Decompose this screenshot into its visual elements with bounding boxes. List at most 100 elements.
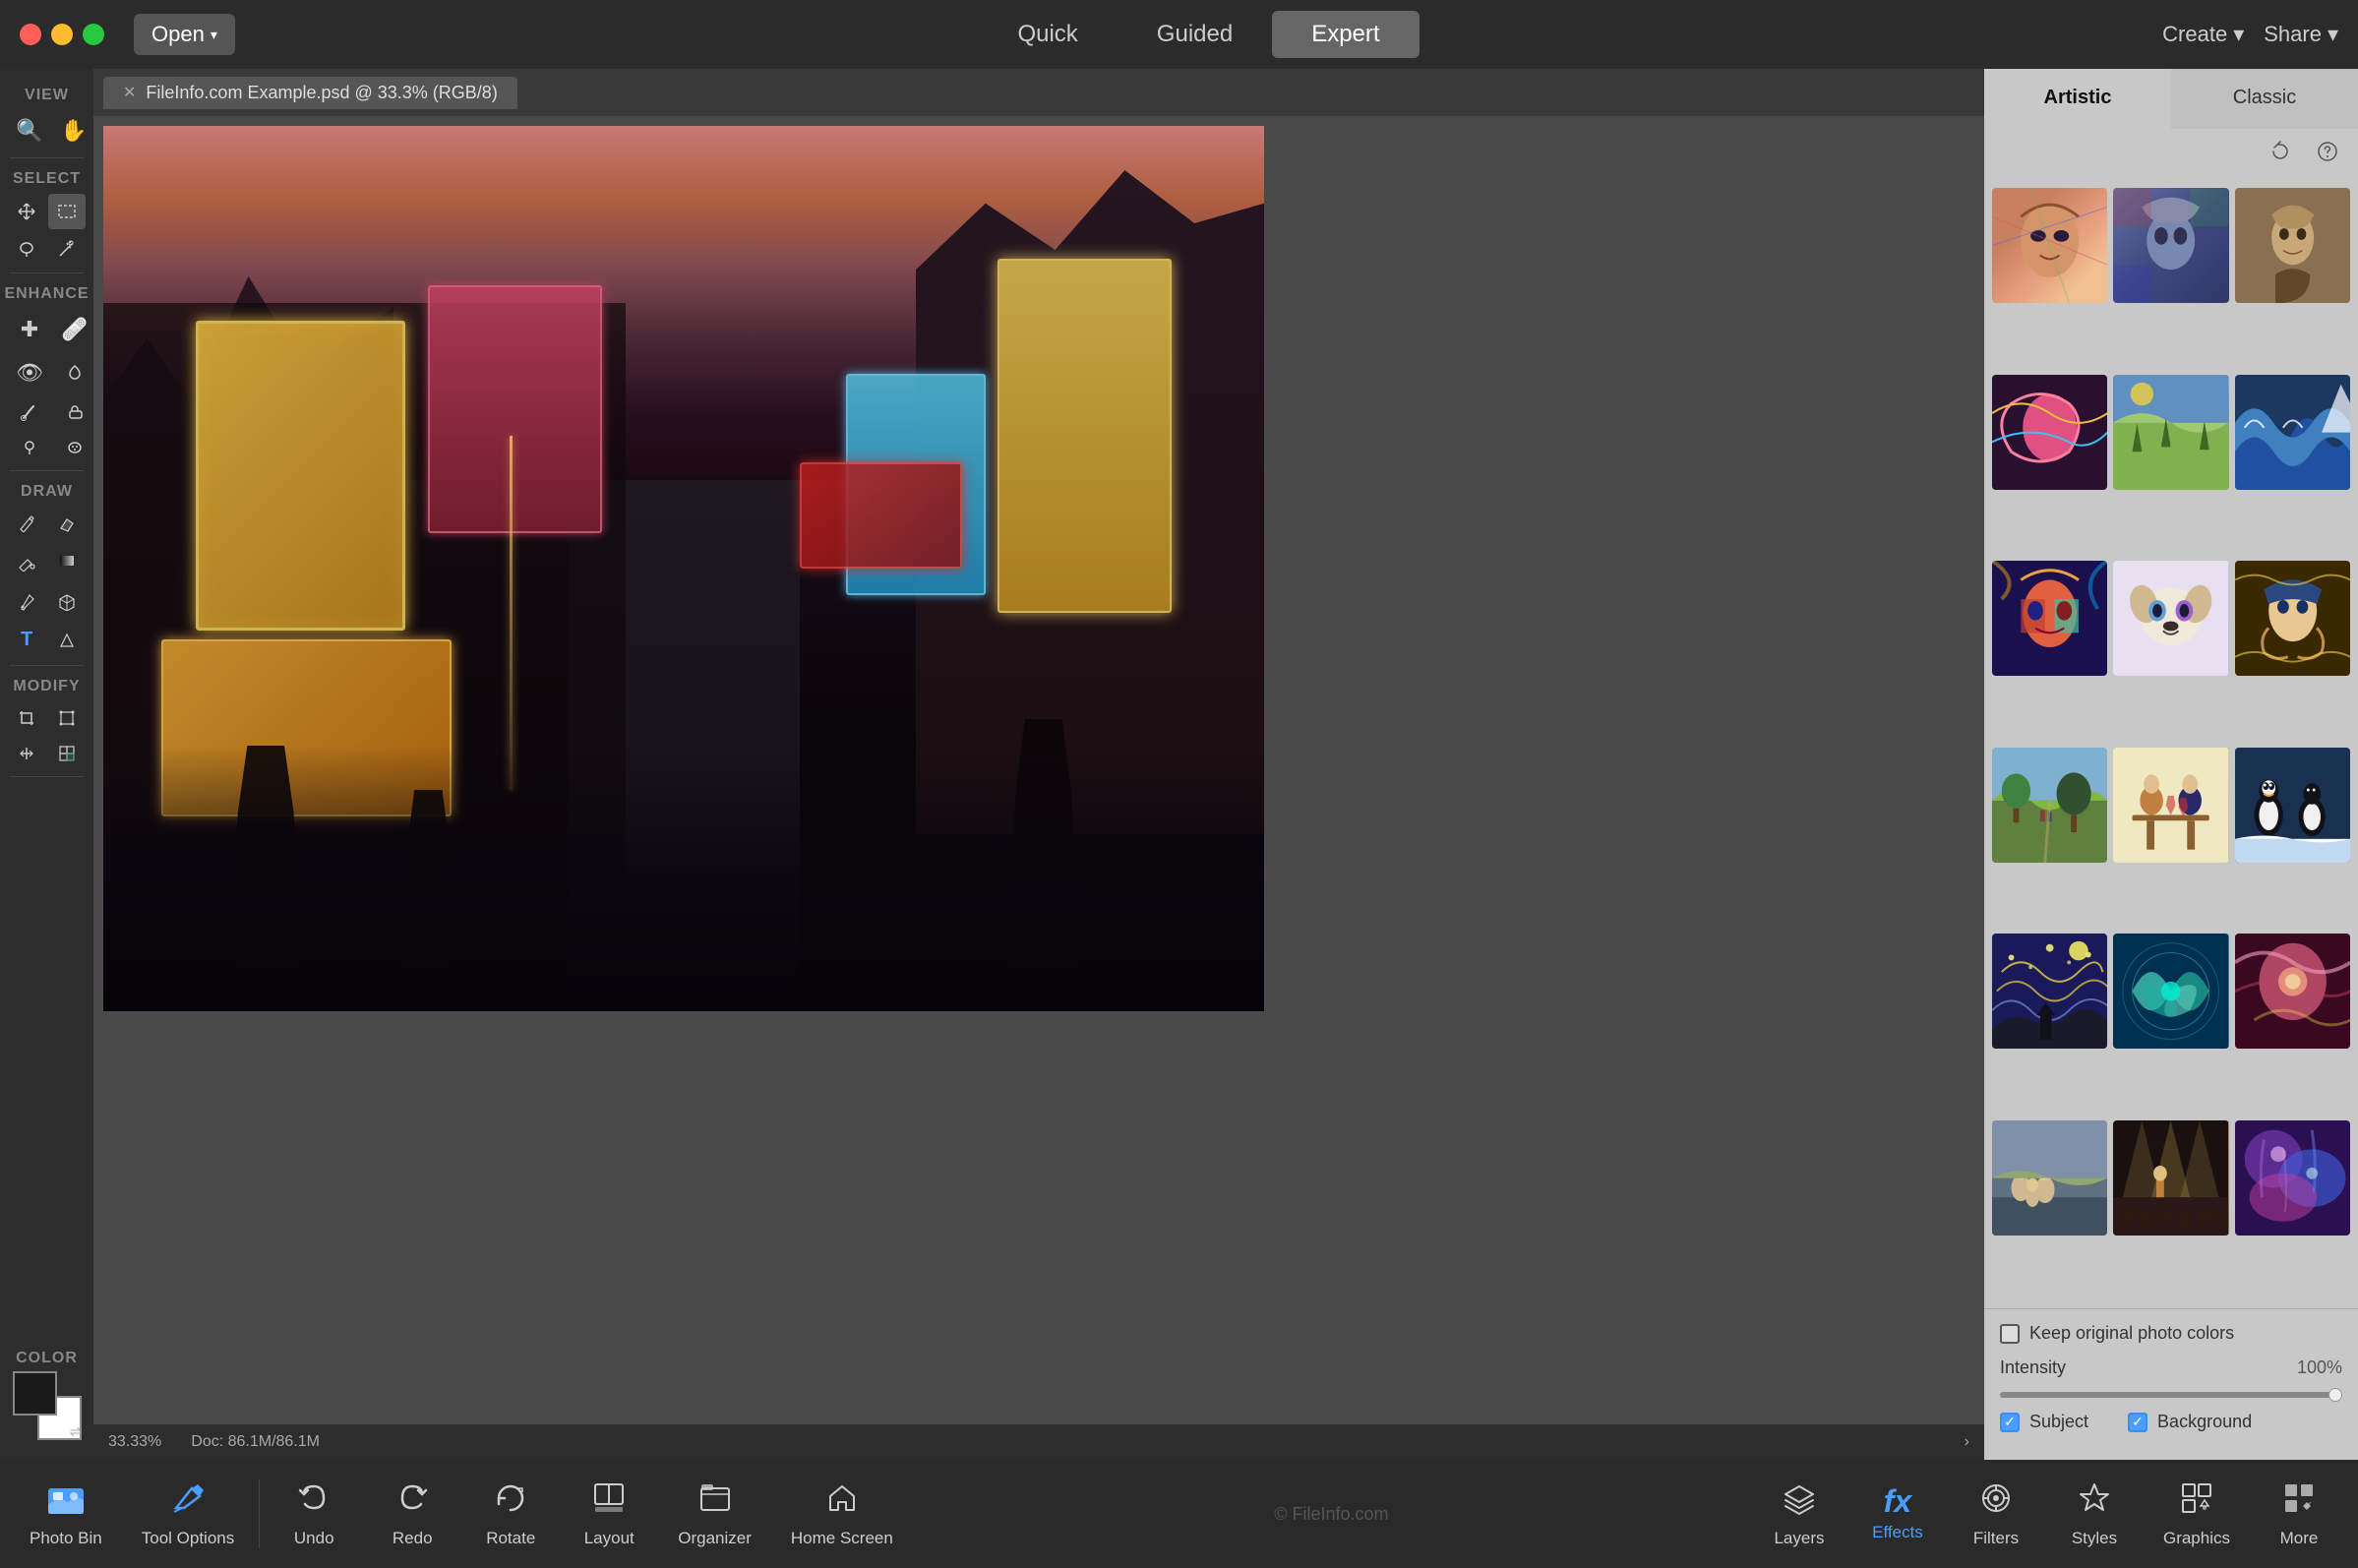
color-section-label: COLOR xyxy=(10,1342,84,1371)
layout-button[interactable]: Layout xyxy=(560,1473,658,1556)
type-tool[interactable]: T xyxy=(8,621,46,659)
styles-button[interactable]: Styles xyxy=(2045,1473,2144,1556)
transform-tool[interactable] xyxy=(48,701,87,735)
marquee-tool[interactable] xyxy=(48,194,87,229)
recompose-tool[interactable] xyxy=(48,737,87,770)
tab-filename: FileInfo.com Example.psd @ 33.3% (RGB/8) xyxy=(146,83,497,103)
keep-colors-row: Keep original photo colors xyxy=(2000,1323,2342,1344)
undo-button[interactable]: Undo xyxy=(265,1473,363,1556)
filters-button[interactable]: Filters xyxy=(1947,1473,2045,1556)
effect-thumb-3[interactable] xyxy=(2235,188,2350,303)
foreground-color[interactable] xyxy=(13,1371,57,1416)
tab-bar: ✕ FileInfo.com Example.psd @ 33.3% (RGB/… xyxy=(93,69,1984,116)
eraser-tool[interactable] xyxy=(48,507,87,540)
fullscreen-button[interactable] xyxy=(83,24,104,45)
background-checkbox[interactable] xyxy=(2128,1413,2147,1432)
share-button[interactable]: Share ▾ xyxy=(2264,22,2338,47)
sponge-tool[interactable] xyxy=(53,431,95,464)
effect-thumb-1[interactable] xyxy=(1992,188,2107,303)
effect-thumb-16[interactable] xyxy=(1992,1120,2107,1236)
effect-thumb-5[interactable] xyxy=(2113,375,2228,490)
doc-info: Doc: 86.1M/86.1M xyxy=(191,1433,320,1451)
healing-brush-tool[interactable]: 🩹 xyxy=(53,309,95,350)
organizer-button[interactable]: Organizer xyxy=(658,1473,771,1556)
tool-options-button[interactable]: Tool Options xyxy=(122,1473,255,1556)
lasso-tool[interactable] xyxy=(8,231,46,267)
effect-thumb-13[interactable] xyxy=(1992,934,2107,1049)
effect-thumb-6[interactable] xyxy=(2235,375,2350,490)
effect-thumb-11[interactable] xyxy=(2113,748,2228,863)
more-button[interactable]: More xyxy=(2250,1473,2348,1556)
expert-mode-button[interactable]: Expert xyxy=(1272,11,1419,58)
content-aware-move-tool[interactable] xyxy=(8,737,46,770)
subject-checkbox[interactable] xyxy=(2000,1413,2020,1432)
close-button[interactable] xyxy=(20,24,41,45)
magic-wand-tool[interactable] xyxy=(48,231,87,267)
effect-thumb-18[interactable] xyxy=(2235,1120,2350,1236)
swap-colors-icon[interactable]: ⇌ xyxy=(70,1423,82,1440)
effect-thumb-10[interactable] xyxy=(1992,748,2107,863)
effects-grid xyxy=(1984,180,2358,1308)
title-bar: Open ▾ Quick Guided Expert Create ▾ Shar… xyxy=(0,0,2358,69)
home-screen-button[interactable]: Home Screen xyxy=(771,1473,913,1556)
blur-tool[interactable] xyxy=(53,352,95,393)
document-tab[interactable]: ✕ FileInfo.com Example.psd @ 33.3% (RGB/… xyxy=(103,77,517,109)
red-eye-tool[interactable]: 👁 xyxy=(8,352,51,393)
effects-icon: fx xyxy=(1884,1485,1911,1517)
artistic-tab[interactable]: Artistic xyxy=(1984,69,2171,129)
dodge-tool[interactable] xyxy=(8,431,51,464)
more-label: More xyxy=(2280,1529,2319,1548)
effect-thumb-7[interactable] xyxy=(1992,561,2107,676)
refresh-icon[interactable] xyxy=(2262,137,2299,172)
effect-thumb-14[interactable] xyxy=(2113,934,2228,1049)
pencil-tool[interactable] xyxy=(8,507,46,540)
keep-colors-checkbox[interactable] xyxy=(2000,1324,2020,1344)
intensity-slider[interactable] xyxy=(2000,1392,2342,1398)
effect-thumb-12[interactable] xyxy=(2235,748,2350,863)
eyedropper-tool[interactable] xyxy=(8,585,46,619)
crop-tool[interactable] xyxy=(8,701,46,735)
paint-bucket-tool[interactable] xyxy=(8,542,46,583)
effect-thumb-2[interactable] xyxy=(2113,188,2228,303)
guided-mode-button[interactable]: Guided xyxy=(1118,11,1272,58)
effect-thumb-17[interactable] xyxy=(2113,1120,2228,1236)
zoom-tool[interactable]: 🔍 xyxy=(8,110,50,151)
color-swatches: ⇌ xyxy=(13,1371,82,1440)
create-button[interactable]: Create ▾ xyxy=(2162,22,2244,47)
home-screen-label: Home Screen xyxy=(791,1529,893,1548)
quick-mode-button[interactable]: Quick xyxy=(978,11,1117,58)
layout-label: Layout xyxy=(584,1529,635,1548)
toolbar-divider-5 xyxy=(10,776,84,777)
spot-healing-tool[interactable]: ✚ xyxy=(8,309,51,350)
effect-thumb-15[interactable] xyxy=(2235,934,2350,1049)
rotate-button[interactable]: Rotate xyxy=(461,1473,560,1556)
close-tab-icon[interactable]: ✕ xyxy=(123,83,136,102)
rotate-icon xyxy=(493,1480,528,1523)
smudge-tool[interactable] xyxy=(53,395,95,429)
pattern-tool[interactable] xyxy=(48,585,87,619)
layers-button[interactable]: Layers xyxy=(1750,1473,1848,1556)
graphics-button[interactable]: Graphics xyxy=(2144,1473,2250,1556)
hand-tool[interactable]: ✋ xyxy=(52,110,94,151)
help-icon[interactable] xyxy=(2309,137,2346,172)
open-button[interactable]: Open ▾ xyxy=(134,14,235,55)
effects-button[interactable]: fx Effects xyxy=(1848,1478,1947,1550)
shape-tool[interactable] xyxy=(48,621,87,659)
tool-options-label: Tool Options xyxy=(142,1529,235,1548)
styles-label: Styles xyxy=(2072,1529,2117,1548)
redo-button[interactable]: Redo xyxy=(363,1473,461,1556)
effect-thumb-8[interactable] xyxy=(2113,561,2228,676)
canvas-wrapper[interactable] xyxy=(93,116,1984,1424)
brush-tool[interactable] xyxy=(8,395,51,429)
photo-bin-button[interactable]: Photo Bin xyxy=(10,1473,122,1556)
intensity-thumb[interactable] xyxy=(2328,1388,2342,1402)
toolbar-divider-2 xyxy=(10,272,84,273)
minimize-button[interactable] xyxy=(51,24,73,45)
gradient-tool[interactable] xyxy=(48,542,87,583)
scroll-right-icon: › xyxy=(1965,1433,1969,1451)
effect-thumb-4[interactable] xyxy=(1992,375,2107,490)
classic-tab[interactable]: Classic xyxy=(2171,69,2358,129)
effect-thumb-9[interactable] xyxy=(2235,561,2350,676)
move-tool[interactable] xyxy=(8,194,46,229)
photo-bin-label: Photo Bin xyxy=(30,1529,102,1548)
